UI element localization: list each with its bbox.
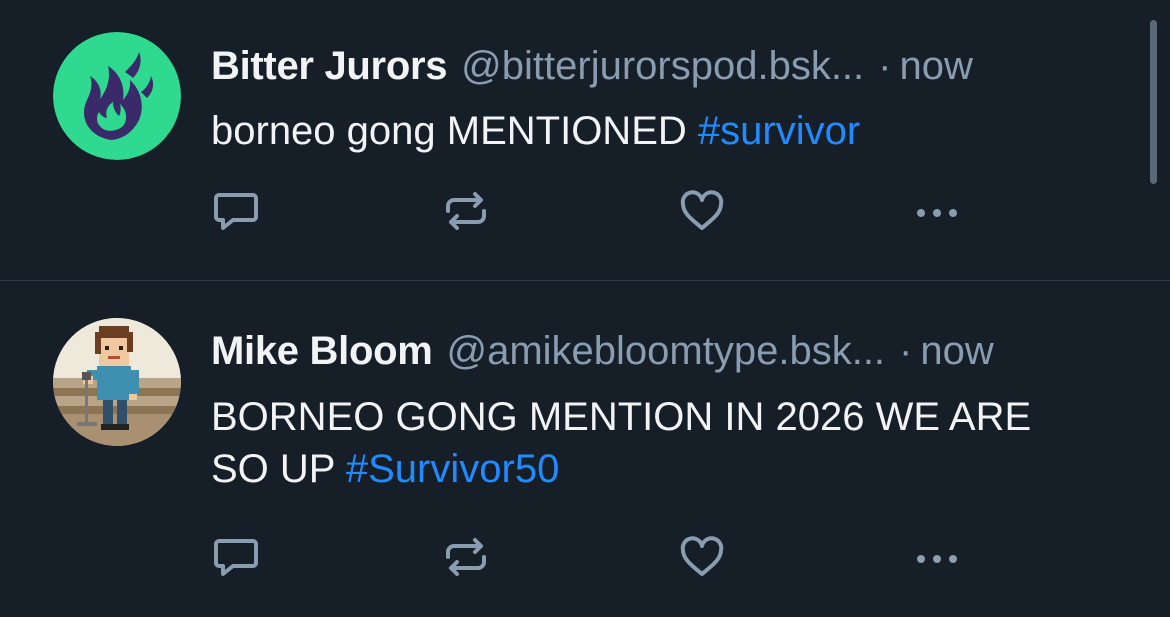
reply-icon [214, 539, 258, 576]
like-button[interactable] [677, 533, 727, 581]
author-name[interactable]: Bitter Jurors [211, 41, 447, 91]
author-handle[interactable]: @bitterjurorspod.bsk... [461, 41, 864, 91]
post-actions [211, 533, 971, 581]
author-name[interactable]: Mike Bloom [211, 326, 433, 376]
reply-button[interactable] [211, 533, 261, 581]
scrollbar[interactable] [1150, 20, 1157, 184]
post-header: Bitter Jurors @bitterjurorspod.bsk... · … [211, 41, 1122, 91]
separator-dot: · [899, 329, 913, 373]
reply-icon [214, 193, 258, 230]
post-item[interactable]: Bitter Jurors @bitterjurorspod.bsk... · … [0, 0, 1170, 281]
repost-button[interactable] [441, 187, 491, 235]
more-options-button[interactable] [912, 187, 962, 235]
heart-icon [680, 536, 724, 576]
repost-icon [446, 538, 486, 576]
author-handle[interactable]: @amikebloomtype.bsk... [446, 326, 885, 376]
post-item[interactable]: Mike Bloom @amikebloomtype.bsk... · now … [0, 281, 1170, 617]
post-timestamp[interactable]: now [920, 326, 993, 376]
post-actions [211, 187, 971, 235]
more-options-button[interactable] [912, 533, 962, 581]
flame-logo-icon [53, 32, 181, 160]
post-text: borneo gong MENTIONED #survivor [211, 105, 1071, 157]
hashtag-link[interactable]: #Survivor50 [346, 447, 559, 491]
post-text-content: BORNEO GONG MENTION IN 2026 WE ARE SO UP [211, 395, 1032, 491]
avatar[interactable] [53, 318, 181, 446]
pixel-person-avatar [53, 318, 181, 446]
ellipsis-icon [917, 209, 957, 217]
ellipsis-icon [917, 555, 957, 563]
repost-icon [446, 192, 486, 230]
post-header: Mike Bloom @amikebloomtype.bsk... · now [211, 326, 1122, 376]
post-feed: Bitter Jurors @bitterjurorspod.bsk... · … [0, 0, 1170, 617]
reply-button[interactable] [211, 187, 261, 235]
post-text-content: borneo gong MENTIONED [211, 109, 698, 153]
like-button[interactable] [677, 187, 727, 235]
post-text: BORNEO GONG MENTION IN 2026 WE ARE SO UP… [211, 391, 1071, 495]
separator-dot: · [878, 44, 892, 88]
avatar[interactable] [53, 32, 181, 160]
hashtag-link[interactable]: #survivor [698, 109, 860, 153]
heart-icon [680, 190, 724, 230]
repost-button[interactable] [441, 533, 491, 581]
post-timestamp[interactable]: now [900, 41, 973, 91]
